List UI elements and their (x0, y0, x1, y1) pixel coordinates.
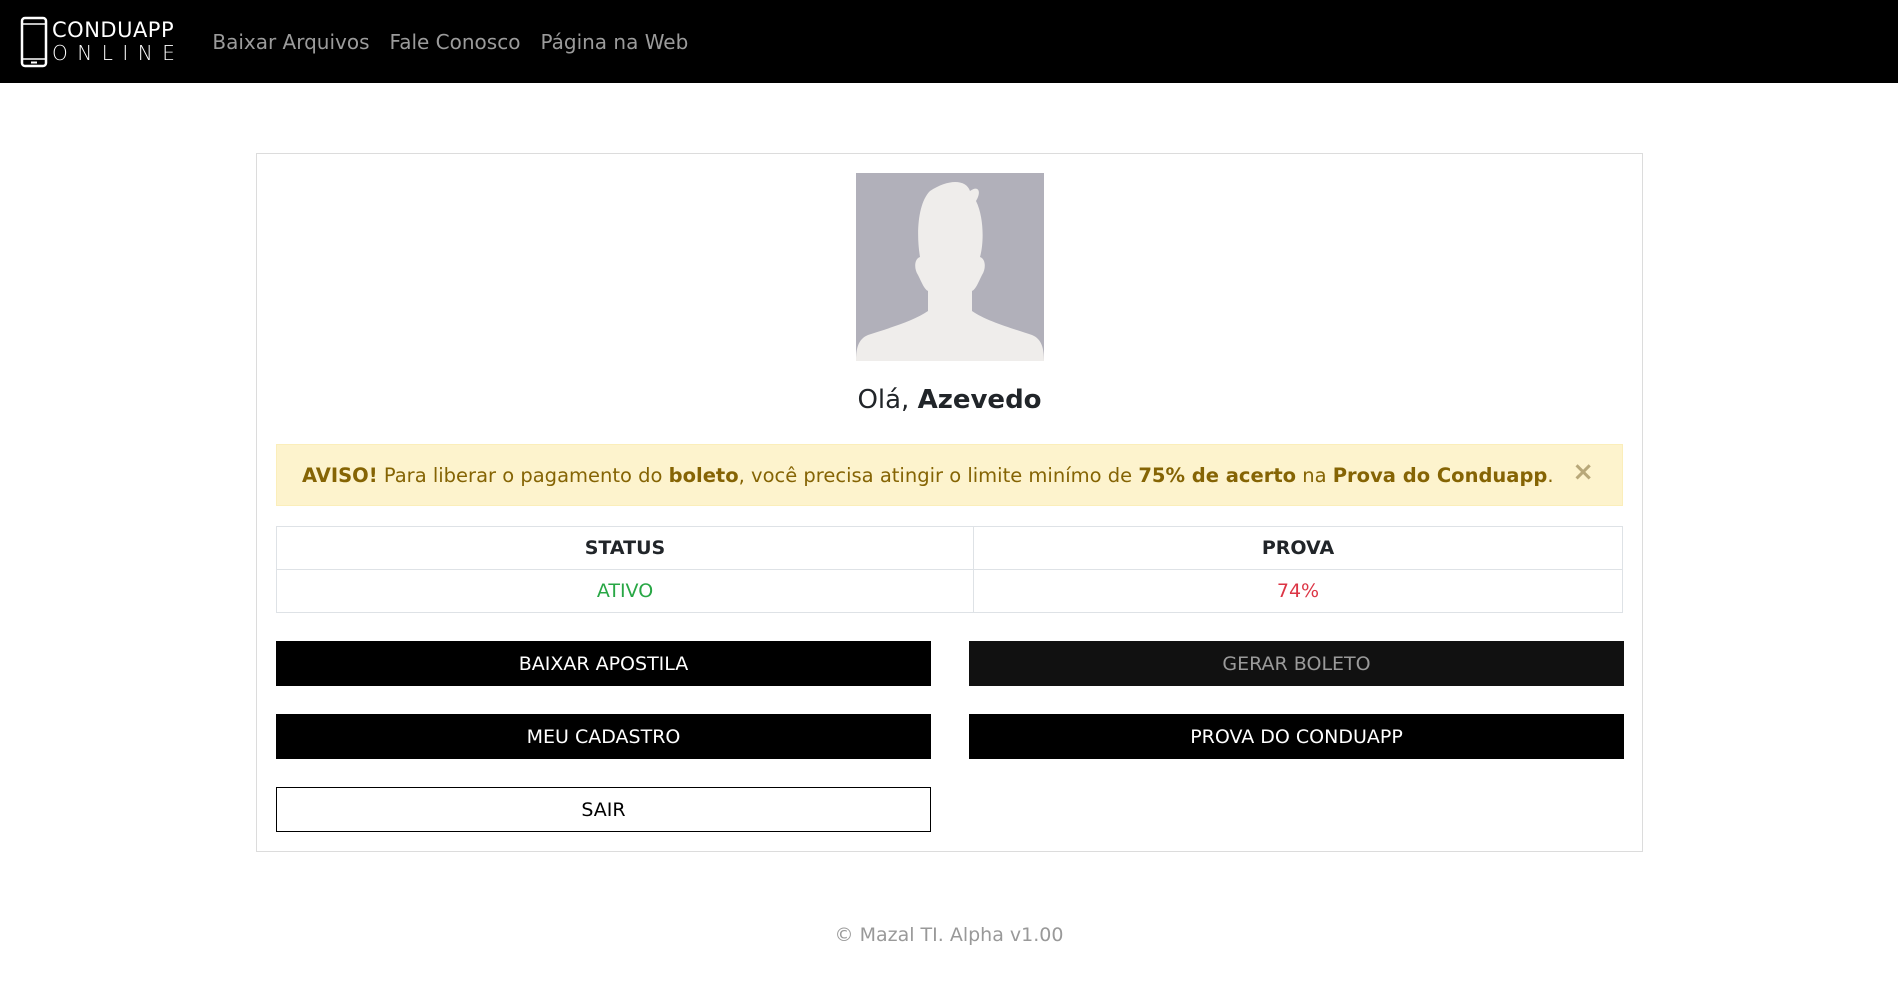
prova-conduapp-button[interactable]: PROVA DO CONDUAPP (969, 714, 1624, 759)
brand-title: CONDUAPP (52, 18, 175, 42)
close-icon[interactable]: × (1572, 459, 1594, 485)
top-navbar: CONDUAPP ONLINE Baixar Arquivos Fale Con… (0, 0, 1898, 83)
brand-logo[interactable]: CONDUAPP ONLINE (20, 16, 184, 68)
prova-score: 74% (973, 569, 1623, 613)
alert-label: AVISO! (302, 463, 378, 487)
alert-text-3: na (1296, 463, 1333, 487)
avatar (856, 173, 1044, 361)
warning-alert: AVISO! Para liberar o pagamento do bolet… (276, 444, 1623, 506)
nav-link-baixar-arquivos[interactable]: Baixar Arquivos (212, 30, 369, 54)
dashboard-card: Olá, Azevedo AVISO! Para liberar o pagam… (256, 153, 1643, 852)
alert-strong-percent: 75% de acerto (1138, 463, 1297, 487)
nav-link-fale-conosco[interactable]: Fale Conosco (390, 30, 521, 54)
meu-cadastro-button[interactable]: MEU CADASTRO (276, 714, 931, 759)
table-header-row: STATUS PROVA (276, 526, 1623, 570)
table-header-prova: PROVA (973, 526, 1623, 570)
alert-text-4: . (1547, 463, 1554, 487)
sair-button[interactable]: SAIR (276, 787, 931, 832)
alert-strong-prova: Prova do Conduapp (1332, 463, 1548, 487)
alert-strong-boleto: boleto (668, 463, 739, 487)
gerar-boleto-button[interactable]: GERAR BOLETO (969, 641, 1624, 686)
user-name: Azevedo (917, 385, 1042, 415)
greeting-prefix: Olá, (857, 385, 918, 415)
table-row: ATIVO 74% (276, 569, 1623, 613)
brand-subtitle: ONLINE (52, 41, 185, 65)
baixar-apostila-button[interactable]: BAIXAR APOSTILA (276, 641, 931, 686)
table-header-status: STATUS (276, 526, 974, 570)
alert-message: AVISO! Para liberar o pagamento do bolet… (302, 464, 1554, 487)
user-silhouette-icon (856, 173, 1044, 361)
brand-text: CONDUAPP ONLINE (52, 18, 185, 65)
status-table: STATUS PROVA ATIVO 74% (276, 526, 1623, 613)
nav-link-pagina-na-web[interactable]: Página na Web (540, 30, 688, 54)
status-value: ATIVO (276, 569, 974, 613)
greeting: Olá, Azevedo (257, 385, 1642, 415)
smartphone-icon (20, 16, 48, 67)
alert-text-1: Para liberar o pagamento do (377, 463, 669, 487)
alert-text-2: , você precisa atingir o limite minímo d… (738, 463, 1139, 487)
footer-copyright: © Mazal TI. Alpha v1.00 (834, 924, 1064, 946)
